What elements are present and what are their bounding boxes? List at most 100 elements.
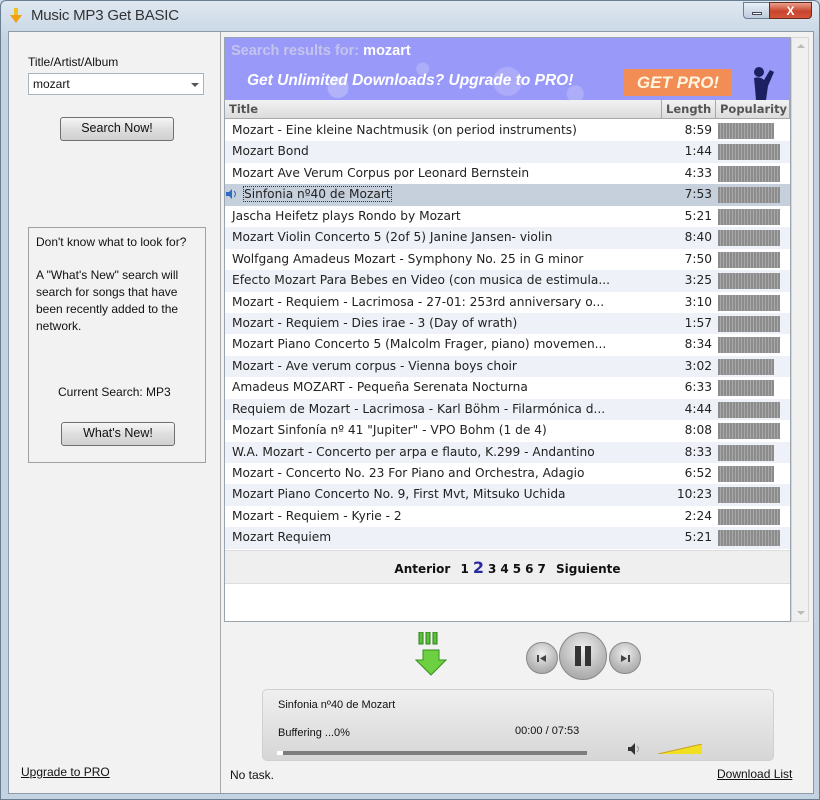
- search-results-label: Search results for:: [231, 43, 360, 59]
- pager-page-4[interactable]: 4: [500, 562, 508, 576]
- download-arrow-icon[interactable]: [415, 632, 447, 676]
- result-row[interactable]: Mozart - Requiem - Kyrie - 2 2:24: [225, 506, 790, 527]
- volume-slider[interactable]: [658, 744, 706, 754]
- result-title: Mozart Bond: [232, 144, 309, 159]
- pager-page-1[interactable]: 1: [461, 562, 469, 576]
- info-body: A "What's New" search will search for so…: [36, 268, 179, 333]
- result-length: 1:44: [684, 144, 712, 159]
- column-header-popularity[interactable]: Popularity: [716, 100, 790, 119]
- result-title: Mozart - Requiem - Kyrie - 2: [232, 508, 402, 523]
- result-length: 6:52: [684, 466, 712, 480]
- speaker-icon[interactable]: [627, 742, 641, 756]
- column-header-length[interactable]: Length: [662, 100, 716, 119]
- result-length: 6:33: [684, 380, 712, 395]
- result-length: 4:44: [684, 401, 712, 416]
- search-combobox[interactable]: mozart: [28, 73, 204, 95]
- promo-text[interactable]: Get Unlimited Downloads? Upgrade to PRO!: [247, 72, 573, 90]
- result-length: 5:21: [684, 530, 712, 545]
- result-row[interactable]: Mozart - Requiem - Dies irae - 3 (Day of…: [225, 312, 790, 335]
- result-title: Mozart - Concerto No. 23 For Piano and O…: [232, 466, 585, 480]
- current-search-label: Current Search: MP3: [58, 385, 171, 399]
- result-length: 8:34: [684, 337, 712, 352]
- results-panel: Search results for: mozart Get Unlimited…: [222, 32, 813, 793]
- get-pro-button[interactable]: GET PRO!: [624, 69, 732, 96]
- promo-banner: Search results for: mozart Get Unlimited…: [225, 38, 790, 100]
- popularity-bar: [718, 123, 774, 139]
- result-row[interactable]: Efecto Mozart Para Bebes en Video (con m…: [225, 270, 790, 292]
- close-button[interactable]: X: [769, 2, 812, 19]
- result-row[interactable]: Mozart - Ave verum corpus - Vienna boys …: [225, 355, 790, 378]
- result-row[interactable]: Mozart - Requiem - Lacrimosa - 27-01: 25…: [225, 292, 790, 313]
- result-row[interactable]: Mozart - Eine kleine Nachtmusik (on peri…: [225, 120, 790, 141]
- result-length: 1:57: [684, 315, 712, 330]
- upgrade-to-pro-link[interactable]: Upgrade to PRO: [21, 765, 110, 779]
- search-input-value[interactable]: mozart: [33, 77, 70, 91]
- popularity-bar: [718, 208, 780, 225]
- popularity-bar: [718, 337, 780, 354]
- result-row[interactable]: Wolfgang Amadeus Mozart - Symphony No. 2…: [225, 249, 790, 270]
- result-length: 3:25: [684, 273, 712, 288]
- result-length: 8:40: [684, 230, 712, 245]
- pager-page-7[interactable]: 7: [537, 562, 545, 576]
- popularity-bar: [718, 466, 774, 482]
- column-header-title[interactable]: Title: [225, 100, 662, 119]
- pager-previous[interactable]: Anterior: [394, 562, 450, 576]
- result-row[interactable]: Mozart Piano Concerto No. 9, First Mvt, …: [225, 484, 790, 506]
- pager-page-2[interactable]: 2: [473, 558, 484, 577]
- result-row[interactable]: Mozart Piano Concerto 5 (Malcolm Frager,…: [225, 334, 790, 355]
- popularity-bar: [718, 530, 780, 547]
- result-length: 8:33: [684, 444, 712, 459]
- popularity-bar: [718, 487, 780, 504]
- result-title: Efecto Mozart Para Bebes en Video (con m…: [232, 273, 610, 288]
- result-length: 7:53: [684, 187, 712, 202]
- results-view: Search results for: mozart Get Unlimited…: [224, 37, 791, 622]
- result-length: 5:21: [684, 208, 712, 223]
- whats-new-button[interactable]: What's New!: [61, 422, 175, 446]
- result-row[interactable]: Mozart - Concerto No. 23 For Piano and O…: [225, 463, 790, 484]
- scroll-down-arrow-icon[interactable]: [797, 611, 805, 615]
- result-row[interactable]: Amadeus MOZART - Pequeña Serenata Noctur…: [225, 377, 790, 398]
- result-title: Mozart - Requiem - Dies irae - 3 (Day of…: [232, 315, 518, 330]
- result-row[interactable]: Jascha Heifetz plays Rondo by Mozart 5:21: [225, 206, 790, 227]
- result-title: Requiem de Mozart - Lacrimosa - Karl Böh…: [232, 401, 606, 416]
- result-length: 7:50: [684, 251, 712, 266]
- popularity-bar: [718, 423, 780, 440]
- next-track-button[interactable]: [609, 642, 641, 674]
- playback-progress-bar[interactable]: [277, 751, 587, 755]
- popularity-bar: [718, 273, 780, 290]
- popularity-bar: [718, 230, 780, 247]
- result-row[interactable]: Mozart Bond 1:44: [225, 141, 790, 163]
- minimize-icon: [752, 12, 762, 15]
- result-row[interactable]: Mozart Violin Concerto 5 (2of 5) Janine …: [225, 227, 790, 249]
- previous-track-button[interactable]: [526, 642, 558, 674]
- task-status: No task.: [230, 768, 275, 782]
- result-row[interactable]: Mozart Ave Verum Corpus por Leonard Bern…: [225, 163, 790, 184]
- result-row[interactable]: W.A. Mozart - Concerto per arpa e flauto…: [225, 441, 790, 463]
- popularity-bar: [718, 444, 774, 461]
- download-list-link[interactable]: Download List: [717, 767, 792, 781]
- result-title: Mozart Piano Concerto 5 (Malcolm Frager,…: [232, 337, 607, 352]
- result-title: Mozart Violin Concerto 5 (2of 5) Janine …: [232, 230, 553, 245]
- result-length: 8:59: [684, 123, 712, 137]
- result-title: Wolfgang Amadeus Mozart - Symphony No. 2…: [232, 251, 584, 266]
- popularity-bar: [718, 294, 780, 311]
- scroll-up-arrow-icon[interactable]: [797, 44, 805, 48]
- pager-page-3[interactable]: 3: [488, 562, 496, 576]
- popularity-bar: [718, 251, 780, 268]
- results-scrollbar[interactable]: [791, 37, 809, 622]
- result-row[interactable]: Sinfonia nº40 de Mozart 7:53: [225, 184, 790, 206]
- minimize-button[interactable]: [743, 2, 770, 19]
- search-now-button[interactable]: Search Now!: [60, 117, 174, 141]
- result-title: Mozart Requiem: [232, 530, 332, 545]
- pager-page-5[interactable]: 5: [513, 562, 521, 576]
- pager-page-6[interactable]: 6: [525, 562, 533, 576]
- result-row[interactable]: Mozart Requiem 5:21: [225, 527, 790, 549]
- pause-button[interactable]: [559, 632, 607, 680]
- popularity-bar: [718, 144, 780, 161]
- result-row[interactable]: Mozart Sinfonía nº 41 "Jupiter" - VPO Bo…: [225, 420, 790, 441]
- whats-new-info-box: Don't know what to look for? A "What's N…: [28, 227, 206, 463]
- result-row[interactable]: Requiem de Mozart - Lacrimosa - Karl Böh…: [225, 398, 790, 421]
- result-length: 3:02: [684, 358, 712, 373]
- chevron-down-icon[interactable]: [191, 83, 199, 87]
- pager-next[interactable]: Siguiente: [556, 562, 621, 576]
